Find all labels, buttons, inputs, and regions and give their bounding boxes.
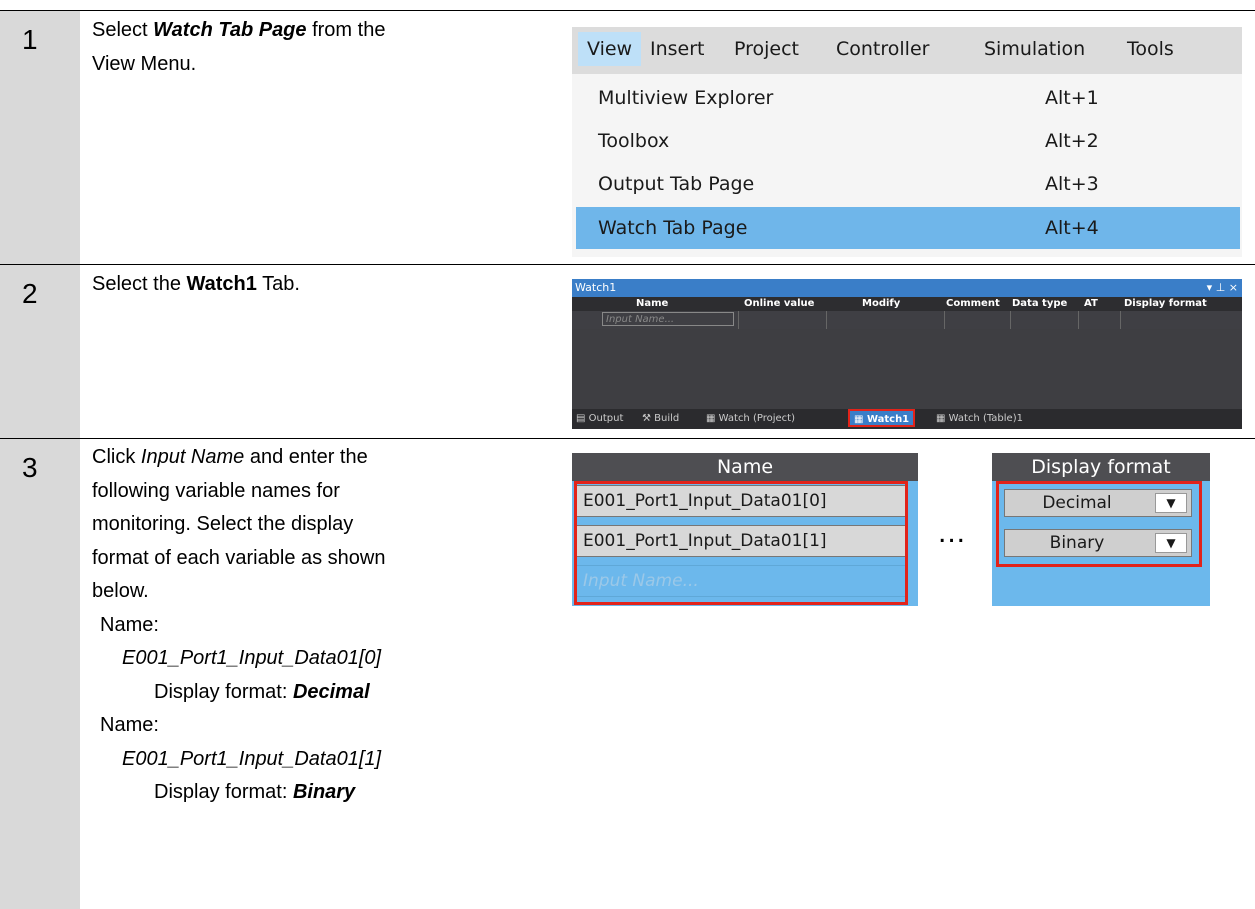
column-at[interactable]: AT bbox=[1084, 298, 1098, 309]
step3-text: Click bbox=[92, 446, 141, 468]
watch-tab-strip: ▤ Output ⚒ Build ▦ Watch (Project) ▦ Wat… bbox=[572, 409, 1242, 429]
tab-output[interactable]: ▤ Output bbox=[576, 413, 623, 424]
step-number: 3 bbox=[22, 452, 38, 483]
menu-item-label: Watch Tab Page bbox=[598, 217, 748, 239]
step2-emphasis: Watch1 bbox=[186, 273, 257, 295]
step3-text: format of each variable as shown bbox=[92, 546, 386, 569]
step2-text: Tab. bbox=[256, 273, 300, 295]
step3-emphasis: Input Name bbox=[140, 446, 245, 468]
step2-text: Select the bbox=[92, 273, 187, 295]
step1-text: from the bbox=[306, 19, 386, 41]
watch-input-row: Input Name... bbox=[572, 311, 1242, 329]
column-divider bbox=[826, 311, 827, 329]
menu-item-watch-tab-page[interactable]: Watch Tab Page Alt+4 bbox=[576, 207, 1240, 249]
window-controls-icon[interactable]: ▾ ⊥ × bbox=[1207, 281, 1238, 294]
name-header: Name bbox=[572, 453, 918, 481]
tab-watch1[interactable]: ▦ Watch1 bbox=[848, 409, 916, 427]
column-name[interactable]: Name bbox=[636, 298, 668, 309]
column-divider bbox=[944, 311, 945, 329]
tab-watch-project[interactable]: ▦ Watch (Project) bbox=[706, 413, 795, 424]
divider-2-3 bbox=[0, 438, 1255, 439]
format-value: Decimal bbox=[292, 680, 370, 703]
column-divider bbox=[1078, 311, 1079, 329]
column-modify[interactable]: Modify bbox=[862, 298, 900, 309]
step3-text: below. bbox=[92, 580, 149, 602]
tab-label: Watch (Table)1 bbox=[948, 413, 1023, 424]
menu-item-toolbox[interactable]: Toolbox Alt+2 bbox=[576, 120, 1240, 162]
column-divider bbox=[738, 311, 739, 329]
name-label: Name: bbox=[100, 714, 159, 736]
menu-simulation[interactable]: Simulation bbox=[984, 38, 1085, 60]
format-label: Display format: bbox=[154, 680, 293, 703]
column-divider bbox=[1120, 311, 1121, 329]
highlight-box bbox=[996, 481, 1202, 567]
tab-label: Watch1 bbox=[866, 414, 910, 425]
menu-item-label: Toolbox bbox=[598, 130, 670, 152]
variable-name: E001_Port1_Input_Data01[1] bbox=[122, 747, 382, 770]
tab-label: Watch (Project) bbox=[718, 413, 795, 424]
watch-panel-screenshot: Watch1 ▾ ⊥ × Name Online value Modify Co… bbox=[572, 279, 1242, 429]
watch-column-header: Name Online value Modify Comment Data ty… bbox=[572, 297, 1242, 311]
menu-item-output-tab-page[interactable]: Output Tab Page Alt+3 bbox=[576, 163, 1240, 205]
highlight-box bbox=[574, 481, 908, 605]
menu-bar: View Insert Project Controller Simulatio… bbox=[572, 27, 1242, 74]
tab-label: Output bbox=[588, 413, 624, 424]
step3-text: following variable names for bbox=[92, 479, 340, 502]
format-label: Display format: bbox=[154, 781, 293, 803]
step1-text: View Menu. bbox=[92, 52, 197, 75]
column-data-type[interactable]: Data type bbox=[1012, 298, 1067, 309]
watch-title-bar: Watch1 ▾ ⊥ × bbox=[572, 279, 1242, 297]
menu-view[interactable]: View bbox=[578, 32, 642, 66]
divider-top bbox=[0, 10, 1255, 11]
step3-text: monitoring. Select the display bbox=[92, 513, 354, 535]
tab-watch-table1[interactable]: ▦ Watch (Table)1 bbox=[936, 413, 1023, 424]
menu-controller[interactable]: Controller bbox=[836, 38, 929, 60]
name-label: Name: bbox=[100, 613, 159, 636]
step1-text: Select bbox=[92, 19, 154, 41]
menu-item-label: Output Tab Page bbox=[598, 173, 755, 195]
menu-insert[interactable]: Insert bbox=[650, 38, 705, 60]
step1-emphasis: Watch Tab Page bbox=[153, 19, 307, 41]
divider-1-2 bbox=[0, 264, 1255, 265]
watch-title: Watch1 bbox=[575, 281, 617, 294]
step-number: 1 bbox=[22, 24, 38, 55]
step3-text: and enter the bbox=[244, 446, 368, 468]
ellipsis: ... bbox=[938, 516, 967, 549]
menu-item-label: Multiview Explorer bbox=[598, 87, 774, 109]
menu-item-shortcut: Alt+2 bbox=[1045, 130, 1099, 152]
column-comment[interactable]: Comment bbox=[946, 298, 1000, 309]
step-number: 2 bbox=[22, 278, 38, 309]
menu-item-multiview-explorer[interactable]: Multiview Explorer Alt+1 bbox=[576, 77, 1240, 119]
menu-item-shortcut: Alt+1 bbox=[1045, 87, 1099, 109]
view-menu-screenshot: View Insert Project Controller Simulatio… bbox=[572, 27, 1242, 257]
input-name-field[interactable]: Input Name... bbox=[602, 312, 734, 326]
step-number-column bbox=[0, 265, 80, 438]
step-number-column bbox=[0, 439, 80, 909]
variable-name: E001_Port1_Input_Data01[0] bbox=[122, 647, 382, 669]
column-divider bbox=[1010, 311, 1011, 329]
menu-item-shortcut: Alt+4 bbox=[1045, 217, 1099, 239]
display-format-header: Display format bbox=[992, 453, 1210, 481]
column-display-format[interactable]: Display format bbox=[1124, 298, 1207, 309]
format-value: Binary bbox=[292, 781, 356, 803]
tab-build[interactable]: ⚒ Build bbox=[642, 413, 679, 424]
column-online-value[interactable]: Online value bbox=[744, 298, 814, 309]
menu-tools[interactable]: Tools bbox=[1127, 38, 1174, 60]
tab-label: Build bbox=[654, 413, 680, 424]
step1-instruction: Select Watch Tab Page from the View Menu… bbox=[92, 14, 385, 81]
menu-item-shortcut: Alt+3 bbox=[1045, 173, 1099, 195]
step-number-column bbox=[0, 11, 80, 264]
menu-project[interactable]: Project bbox=[734, 38, 799, 60]
step3-instruction: Click Input Name and enter the following… bbox=[92, 441, 386, 810]
step2-instruction: Select the Watch1 Tab. bbox=[92, 268, 300, 302]
